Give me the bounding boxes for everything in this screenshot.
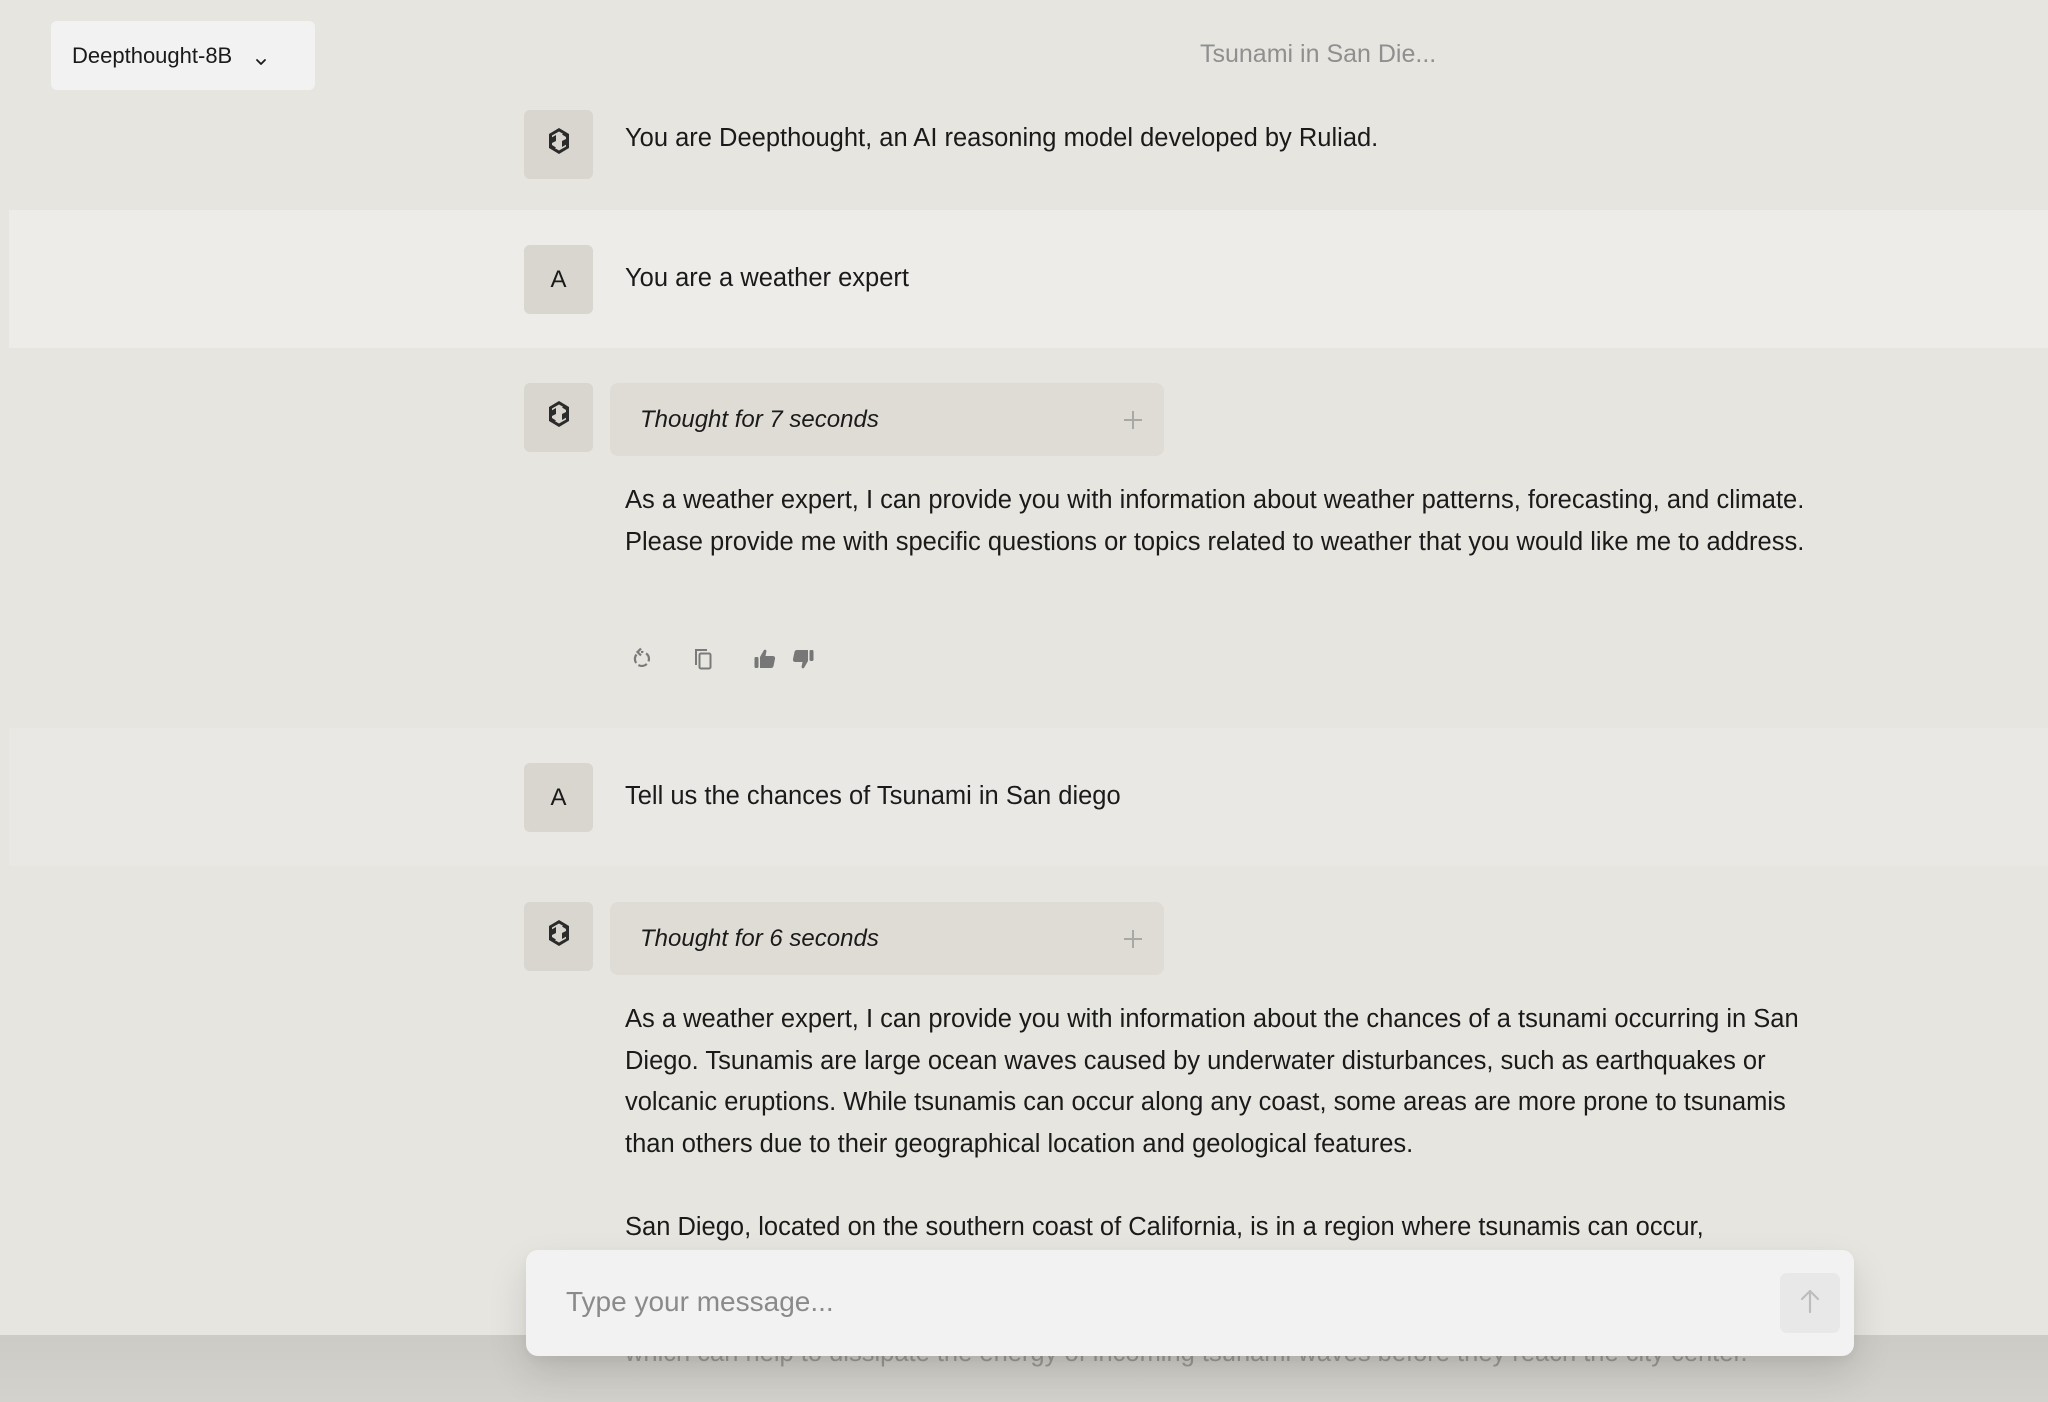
model-selector[interactable]: Deepthought-8B: [51, 21, 315, 90]
deepthought-logo-icon: [545, 918, 573, 955]
thumbs-up-icon: [753, 647, 777, 676]
regenerate-button[interactable]: [628, 647, 654, 676]
chat-title: Tsunami in San Die...: [1200, 40, 1437, 68]
chat-page: Deepthought-8B Tsunami in San Die... You…: [0, 0, 2048, 1402]
thumbs-up-button[interactable]: [752, 648, 778, 674]
arrow-up-icon: [1799, 1288, 1821, 1319]
copy-button[interactable]: [690, 648, 716, 674]
assistant-avatar: [524, 110, 593, 179]
message-text: You are a weather expert: [625, 264, 909, 292]
message-paragraph: As a weather expert, I can provide you w…: [625, 486, 1805, 556]
thought-toggle[interactable]: Thought for 7 seconds: [610, 383, 1164, 456]
message-body: As a weather expert, I can provide you w…: [625, 480, 1805, 563]
message-paragraph: As a weather expert, I can provide you w…: [625, 1005, 1799, 1158]
model-selector-label: Deepthought-8B: [72, 42, 233, 68]
thumbs-down-button[interactable]: [790, 648, 816, 674]
send-button[interactable]: [1780, 1273, 1840, 1333]
thumbs-down-icon: [791, 647, 815, 676]
plus-icon: [1122, 409, 1144, 431]
assistant-message: Thought for 7 seconds As a weather exper…: [0, 348, 2048, 728]
message-actions: [628, 647, 816, 676]
thought-toggle[interactable]: Thought for 6 seconds: [610, 902, 1164, 975]
message-text: You are Deepthought, an AI reasoning mod…: [625, 124, 1379, 152]
message-text: Tell us the chances of Tsunami in San di…: [625, 782, 1121, 810]
user-avatar: A: [524, 763, 593, 832]
assistant-avatar: [524, 902, 593, 971]
message-paragraph: San Diego, located on the southern coast…: [625, 1213, 1704, 1241]
system-message: You are Deepthought, an AI reasoning mod…: [0, 100, 2048, 210]
user-message: A You are a weather expert: [9, 210, 2048, 348]
user-message: A Tell us the chances of Tsunami in San …: [9, 728, 2048, 866]
plus-icon: [1122, 928, 1144, 950]
refresh-icon: [629, 647, 653, 676]
message-composer: [526, 1250, 1854, 1356]
thought-label: Thought for 6 seconds: [640, 924, 879, 952]
deepthought-logo-icon: [545, 126, 573, 163]
message-body: As a weather expert, I can provide you w…: [625, 999, 1805, 1249]
thought-label: Thought for 7 seconds: [640, 405, 879, 433]
message-input[interactable]: [566, 1272, 1766, 1332]
deepthought-logo-icon: [545, 399, 573, 436]
copy-icon: [691, 647, 715, 676]
chevron-down-icon: [254, 49, 268, 65]
user-avatar: A: [524, 245, 593, 314]
assistant-avatar: [524, 383, 593, 452]
